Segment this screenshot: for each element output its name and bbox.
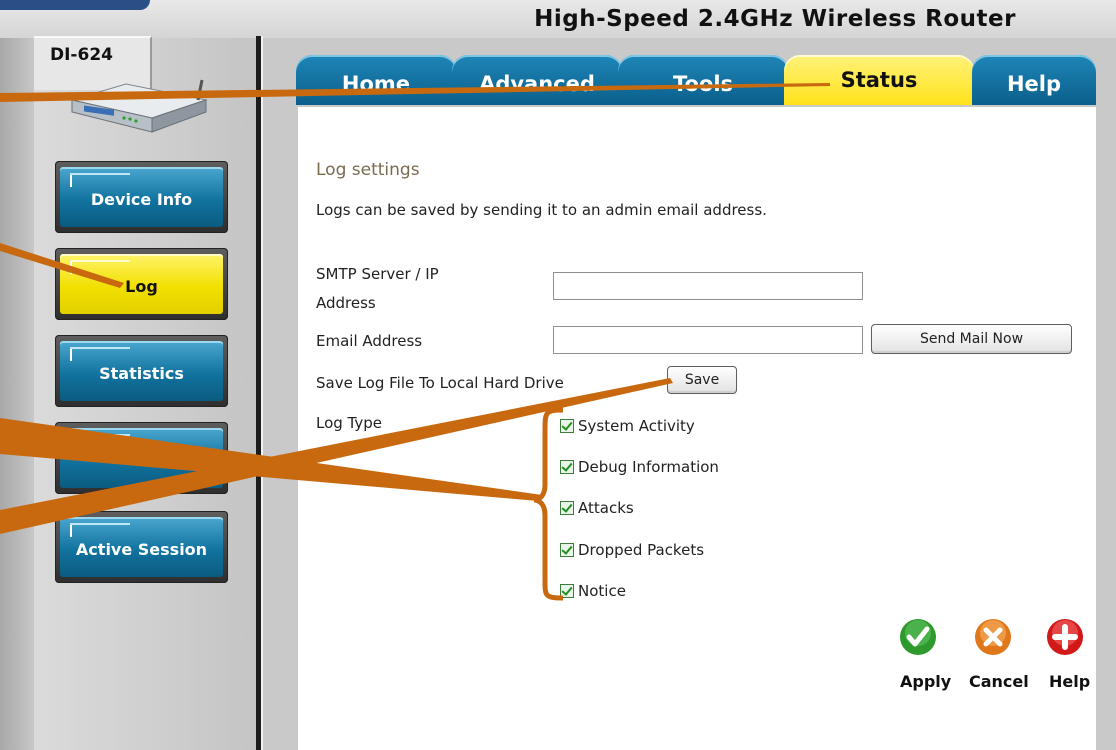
tab-label: Tools: [672, 72, 734, 96]
log-type-debug-information[interactable]: Debug Information: [560, 456, 719, 478]
sidebar-item-label: Active Session: [75, 539, 208, 559]
tab-label: Advanced: [479, 72, 595, 96]
sidebar-item-label: Log: [125, 276, 158, 296]
cancel-x-icon[interactable]: [974, 618, 1012, 656]
tab-tools[interactable]: Tools: [618, 55, 788, 105]
sidebar-item-statistics[interactable]: Statistics: [55, 335, 228, 407]
sidebar-item-label: Statistics: [99, 363, 184, 383]
tab-status[interactable]: Status: [784, 55, 974, 105]
checkbox-checked[interactable]: [560, 543, 574, 557]
tab-advanced[interactable]: Advanced: [452, 55, 622, 105]
main-tabs: Home Advanced Tools Status Help: [296, 55, 1096, 107]
sidebar-item-log[interactable]: Log: [55, 248, 228, 320]
checkbox-label: Attacks: [578, 499, 634, 517]
checkbox-label: Dropped Packets: [578, 541, 705, 559]
sidebar-item-label: Device Info: [90, 189, 193, 209]
email-address-label: Email Address: [316, 332, 423, 350]
log-type-notice[interactable]: Notice: [560, 580, 626, 602]
sidebar-item-hidden[interactable]: [55, 422, 228, 494]
checkbox-checked[interactable]: [560, 584, 574, 598]
page-title: Log settings: [316, 160, 420, 180]
checkbox-checked[interactable]: [560, 501, 574, 515]
send-mail-now-button[interactable]: Send Mail Now: [871, 324, 1072, 354]
tab-help[interactable]: Help: [972, 55, 1096, 105]
smtp-label-line1: SMTP Server / IP: [316, 265, 439, 283]
log-type-attacks[interactable]: Attacks: [560, 497, 634, 519]
model-label: DI-624: [50, 45, 113, 65]
log-type-system-activity[interactable]: System Activity: [560, 415, 695, 437]
sidebar-item-device-info[interactable]: Device Info: [55, 161, 228, 233]
tab-label: Help: [1006, 72, 1062, 96]
apply-label[interactable]: Apply: [900, 672, 951, 691]
log-type-label: Log Type: [316, 414, 383, 432]
tab-label: Status: [840, 68, 918, 92]
sidebar-edge: [0, 38, 34, 750]
checkbox-label: Debug Information: [578, 458, 719, 476]
tab-home[interactable]: Home: [296, 55, 456, 105]
save-button[interactable]: Save: [667, 366, 737, 394]
intro-text: Logs can be saved by sending it to an ad…: [316, 201, 767, 219]
checkbox-checked[interactable]: [560, 460, 574, 474]
email-address-input[interactable]: [553, 326, 863, 354]
router-device-icon: [70, 79, 208, 133]
help-plus-icon[interactable]: [1046, 618, 1084, 656]
sidebar-item-active-session[interactable]: Active Session: [55, 511, 228, 583]
checkbox-label: Notice: [578, 582, 626, 600]
header-strip: High-Speed 2.4GHz Wireless Router: [0, 0, 1116, 38]
cancel-label[interactable]: Cancel: [969, 672, 1029, 691]
smtp-label-line2: Address: [316, 294, 376, 312]
log-type-dropped-packets[interactable]: Dropped Packets: [560, 539, 704, 561]
smtp-server-input[interactable]: [553, 272, 863, 300]
checkbox-checked[interactable]: [560, 419, 574, 433]
apply-check-icon[interactable]: [899, 618, 937, 656]
header-blue-edge: [0, 0, 150, 10]
router-title: High-Speed 2.4GHz Wireless Router: [534, 6, 1016, 32]
checkbox-label: System Activity: [578, 417, 695, 435]
help-label[interactable]: Help: [1049, 672, 1090, 691]
tab-label: Home: [341, 72, 411, 96]
sidebar-divider-highlight: [261, 36, 263, 750]
save-log-label: Save Log File To Local Hard Drive: [316, 374, 564, 392]
